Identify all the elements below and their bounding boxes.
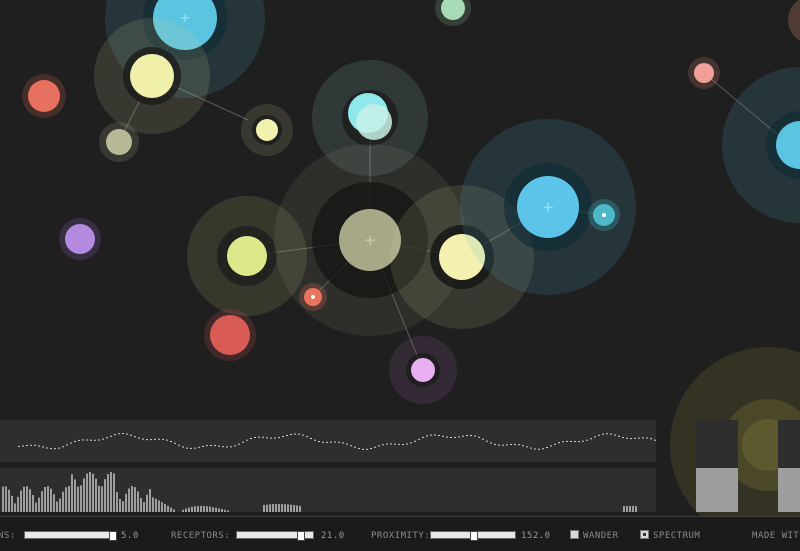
particle-node-coral-left[interactable] — [22, 74, 66, 118]
first-slider-label: NS: — [0, 531, 16, 541]
spectrum-histogram-panel — [0, 468, 656, 512]
waveform-panel — [0, 420, 656, 462]
particle-node-purple[interactable] — [59, 218, 101, 260]
first-slider[interactable] — [24, 531, 117, 541]
receptors-label: RECEPTORS: — [171, 531, 231, 541]
proximity-label: PROXIMITY: — [371, 531, 431, 541]
particle-node-salmon-right[interactable] — [688, 57, 720, 89]
particle-node-pink[interactable] — [389, 336, 457, 404]
first-slider-value: 5.0 — [121, 531, 139, 541]
receptors-value: 21.0 — [321, 531, 345, 541]
particle-node-brown-edge[interactable] — [788, 0, 800, 44]
particle-node-yellow-small[interactable] — [241, 104, 293, 156]
particle-node-mint-top[interactable] — [435, 0, 471, 26]
spectrum-histogram — [2, 472, 637, 512]
slider-thumb[interactable] — [109, 531, 117, 541]
made-with-link[interactable]: MADE WIT — [752, 531, 799, 541]
particle-node-pale-small[interactable] — [99, 122, 139, 162]
receptors-slider[interactable] — [236, 531, 314, 541]
level-meter-left — [696, 420, 738, 512]
waveform-graph — [18, 433, 656, 450]
wander-label: WANDER — [583, 531, 619, 541]
slider-thumb[interactable] — [296, 531, 305, 541]
particle-node-teal-small[interactable] — [588, 199, 620, 231]
control-bar: NS: 5.0 RECEPTORS: 21.0 PROXIMITY: 152.0… — [0, 516, 800, 551]
plus-icon: + — [180, 8, 190, 27]
proximity-slider[interactable] — [430, 531, 516, 541]
plus-icon: + — [365, 230, 376, 251]
particle-node-coral-small[interactable] — [299, 283, 327, 311]
wander-checkbox[interactable] — [570, 530, 579, 539]
particle-node-yellow-left[interactable] — [94, 18, 210, 134]
spectrum-checkbox[interactable] — [640, 530, 649, 539]
particle-node-cyan-edge[interactable] — [722, 67, 800, 223]
slider-thumb[interactable] — [470, 531, 478, 541]
particle-node-red[interactable] — [204, 309, 256, 361]
proximity-value: 152.0 — [521, 531, 551, 541]
level-meter-fill — [778, 467, 800, 512]
plus-icon: + — [543, 197, 554, 218]
level-meter-right — [778, 420, 800, 512]
level-meter-fill — [696, 467, 738, 512]
spectrum-label: SPECTRUM — [653, 531, 701, 541]
